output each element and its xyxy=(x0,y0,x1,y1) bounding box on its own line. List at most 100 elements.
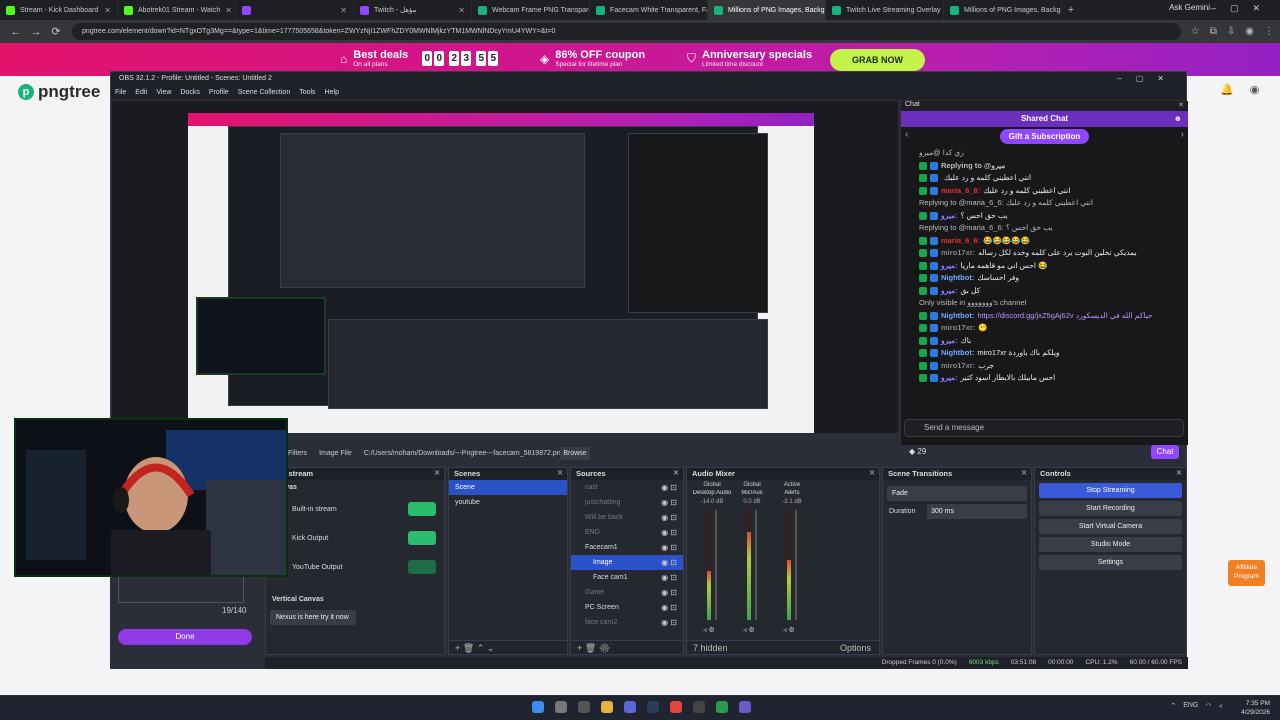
menu-item[interactable]: Tools xyxy=(299,89,315,96)
close-tab-icon[interactable]: ✕ xyxy=(458,6,465,15)
preview-area[interactable] xyxy=(112,101,898,433)
reload-icon[interactable]: ⟳ xyxy=(46,25,66,38)
app-icon[interactable] xyxy=(716,701,728,713)
stop-streaming-button[interactable]: Stop Streaming xyxy=(1039,483,1182,498)
chevron-up-icon[interactable]: ⌃ xyxy=(1170,702,1176,710)
mixer-options[interactable]: Options xyxy=(840,641,871,655)
chat-username[interactable]: ميرو: xyxy=(941,372,958,385)
chat-send-button[interactable]: Chat xyxy=(1151,445,1179,459)
visibility-icon[interactable]: ◉ ⊡ xyxy=(661,570,677,585)
visibility-icon[interactable]: ◉ ⊡ xyxy=(661,600,677,615)
search-icon[interactable] xyxy=(555,701,567,713)
close-icon[interactable]: ✕ xyxy=(1178,101,1184,109)
close-icon[interactable]: ✕ xyxy=(673,468,679,480)
profile-icon[interactable]: ◉ xyxy=(1245,26,1254,37)
close-tab-icon[interactable]: ✕ xyxy=(225,6,232,15)
browser-tab[interactable]: ✕ xyxy=(236,0,354,20)
add-icon[interactable]: + xyxy=(455,643,460,653)
volume-slider[interactable] xyxy=(795,510,797,620)
browser-tab[interactable]: Millions of PNG Images, Backgr✕ xyxy=(708,0,826,20)
chat-username[interactable]: ميرو: xyxy=(941,285,958,298)
speaker-icon[interactable]: ◃ ⚙ xyxy=(743,626,755,634)
trash-icon[interactable]: 🗑 xyxy=(463,643,474,653)
source-item[interactable]: Face cam1 ◉ ⊡ xyxy=(571,570,683,585)
menu-item[interactable]: Profile xyxy=(209,89,229,96)
source-item[interactable]: PC Screen ◉ ⊡ xyxy=(571,600,683,615)
visibility-icon[interactable]: ◉ ⊡ xyxy=(661,480,677,495)
gear-icon[interactable]: ⚙ xyxy=(599,643,610,653)
close-tab-icon[interactable]: ✕ xyxy=(340,6,347,15)
browser-tab[interactable]: Facecam White Transparent, Fa✕ xyxy=(590,0,708,20)
start-icon[interactable] xyxy=(532,701,544,713)
explorer-icon[interactable] xyxy=(601,701,613,713)
close-icon[interactable]: ✕ xyxy=(869,468,875,480)
grab-now-button[interactable]: GRAB NOW xyxy=(830,49,925,71)
speaker-icon[interactable]: ◃ ⚙ xyxy=(703,626,715,634)
source-item[interactable]: cast ◉ ⊡ xyxy=(571,480,683,495)
image-file-path[interactable]: C:/Users/moham/Downloads/---Pngtree---fa… xyxy=(364,447,565,461)
visibility-icon[interactable]: ◉ ⊡ xyxy=(661,615,677,630)
send-message-input[interactable]: Send a message xyxy=(904,419,1184,437)
done-button[interactable]: Done xyxy=(118,629,252,645)
browser-tab[interactable]: Abotrek01 Stream - Watch ✕ xyxy=(118,0,236,20)
wifi-icon[interactable]: ◠ xyxy=(1205,702,1211,710)
menu-item[interactable]: Help xyxy=(325,89,339,96)
volume-icon[interactable]: ◃ xyxy=(1218,702,1222,710)
source-item[interactable]: Game ◉ ⊡ xyxy=(571,585,683,600)
volume-slider[interactable] xyxy=(715,510,717,620)
url-field[interactable]: pngtree.com/element/down?id=NTgxOTg3Mg==… xyxy=(72,23,1181,40)
visibility-icon[interactable]: ◉ ⊡ xyxy=(661,510,677,525)
filters-tab[interactable]: Filters xyxy=(288,447,307,461)
studio-mode-button[interactable]: Studio Mode xyxy=(1039,537,1182,552)
chat-username[interactable]: Nightbot: xyxy=(941,272,974,285)
close-icon[interactable]: ✕ xyxy=(434,468,440,480)
user-avatar-icon[interactable]: ◉ xyxy=(1250,83,1260,96)
menu-item[interactable]: Edit xyxy=(135,89,147,96)
start-recording-button[interactable]: Start Recording xyxy=(1039,501,1182,516)
download-icon[interactable]: ⇩ xyxy=(1227,26,1235,37)
browser-tab[interactable]: Twitch Live Streaming Overlay✕ xyxy=(826,0,944,20)
coupon-offer[interactable]: ◈ 86% OFF coupon Special for lifetime pla… xyxy=(540,49,645,68)
chat-username[interactable]: ميرو: xyxy=(941,335,958,348)
new-tab-button[interactable]: + xyxy=(1062,4,1080,16)
window-controls[interactable]: –▢✕ xyxy=(1211,3,1274,14)
close-icon[interactable]: ✕ xyxy=(1021,468,1027,480)
close-icon[interactable]: ✕ xyxy=(557,468,563,480)
chat-username[interactable]: Replying to @ميرو xyxy=(941,160,1005,173)
speaker-icon[interactable]: ◃ ⚙ xyxy=(783,626,795,634)
visibility-icon[interactable]: ◉ ⊡ xyxy=(661,540,677,555)
menu-item[interactable]: View xyxy=(156,89,171,96)
transition-select[interactable]: Fade xyxy=(887,486,1027,501)
obs-icon[interactable] xyxy=(693,701,705,713)
pngtree-logo[interactable]: p pngtree xyxy=(18,82,100,102)
menu-icon[interactable]: ⋮ xyxy=(1264,26,1274,37)
chat-username[interactable]: Nightbot: xyxy=(941,310,974,323)
menu-item[interactable]: File xyxy=(115,89,126,96)
duration-input[interactable]: 300 ms xyxy=(927,504,1027,519)
chevron-right-icon[interactable]: › xyxy=(1181,129,1184,140)
vertical-canvas-item[interactable]: Nexus is here try it now xyxy=(270,610,356,625)
channel-points[interactable]: ◆ 29 xyxy=(909,447,926,456)
steam-icon[interactable] xyxy=(647,701,659,713)
anniversary-offer[interactable]: ⛉ Anniversary specials Limited time disco… xyxy=(687,49,812,68)
source-item[interactable]: END ◉ ⊡ xyxy=(571,525,683,540)
output-toggle[interactable] xyxy=(408,502,436,516)
volume-slider[interactable] xyxy=(755,510,757,620)
chat-username[interactable]: Nightbot: xyxy=(941,347,974,360)
browser-tab[interactable]: Stream - Kick Dashboard ✕ xyxy=(0,0,118,20)
taskview-icon[interactable] xyxy=(578,701,590,713)
browser-tab[interactable]: Webcam Frame PNG Transparent✕ xyxy=(472,0,590,20)
star-icon[interactable]: ☆ xyxy=(1191,26,1200,37)
preview-canvas[interactable] xyxy=(188,113,814,433)
close-icon[interactable]: ✕ xyxy=(1176,468,1182,480)
gift-subscription-button[interactable]: Gift a Subscription xyxy=(999,128,1090,144)
source-item[interactable]: Will be back ◉ ⊡ xyxy=(571,510,683,525)
visibility-icon[interactable]: ◉ ⊡ xyxy=(661,555,677,570)
menu-item[interactable]: Docks xyxy=(180,89,199,96)
trash-icon[interactable]: 🗑 xyxy=(585,643,596,653)
app-icon[interactable] xyxy=(739,701,751,713)
clock[interactable]: 7:35 PM 4/29/2026 xyxy=(1241,699,1270,717)
extensions-icon[interactable]: ⧉ xyxy=(1210,26,1217,37)
scene-item[interactable]: youtube xyxy=(449,495,567,510)
language-indicator[interactable]: ENG xyxy=(1183,702,1198,710)
